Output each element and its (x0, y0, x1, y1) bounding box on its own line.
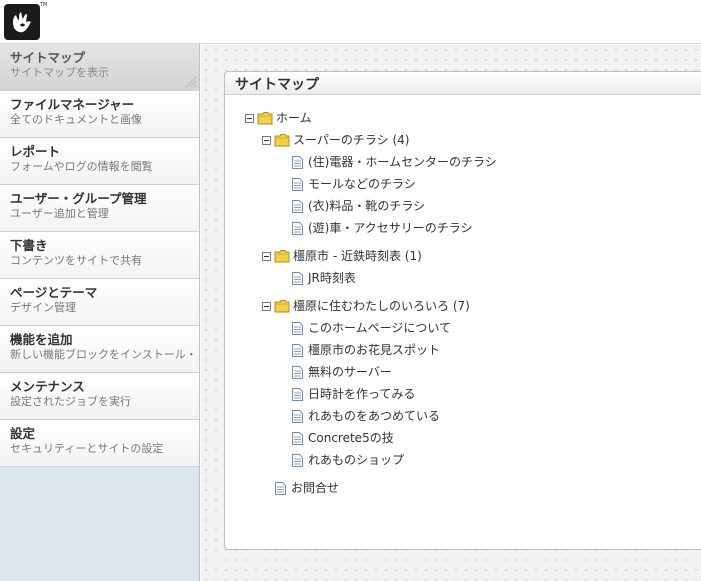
page-icon (292, 343, 303, 357)
tree-node-page[interactable]: このホームページについて (292, 319, 451, 337)
tree-label[interactable]: お問合せ (291, 480, 339, 496)
tree-node-home[interactable]: ホーム (245, 109, 312, 127)
page-icon (292, 431, 303, 445)
page-icon (292, 221, 303, 235)
page-icon (292, 321, 303, 335)
collapse-toggle-icon[interactable] (262, 301, 271, 311)
tree-label[interactable]: Concrete5の技 (308, 430, 394, 446)
sidebar-item-desc: コンテンツをサイトで共有 (10, 254, 142, 267)
sidebar-item-title: レポート (10, 144, 61, 159)
folder-icon (257, 112, 273, 125)
sidebar-item-reports[interactable]: レポート フォームやログの情報を閲覧 (0, 138, 199, 185)
page-icon (292, 177, 303, 191)
sidebar-item-users-groups[interactable]: ユーザー・グループ管理 ユーザー追加と管理 (0, 185, 199, 232)
tree-label[interactable]: モールなどのチラシ (308, 176, 416, 192)
sidebar-item-desc: サイトマップを表示 (10, 66, 109, 79)
tree-node-page[interactable]: (衣)料品・靴のチラシ (292, 197, 425, 215)
tree-node-page[interactable]: JR時刻表 (292, 269, 356, 287)
tree-node-folder[interactable]: スーパーのチラシ (4) (262, 131, 409, 149)
tree-label[interactable]: 橿原市 - 近鉄時刻表 (1) (293, 248, 422, 264)
sidebar-item-desc: 新しい機能ブロックをインストール・ (10, 348, 196, 361)
tree-label[interactable]: 日時計を作ってみる (308, 386, 415, 402)
sidebar-item-file-manager[interactable]: ファイルマネージャー 全てのドキュメントと画像 (0, 91, 199, 138)
tree-label[interactable]: れあものショップ (308, 452, 404, 468)
collapse-toggle-icon[interactable] (262, 251, 271, 261)
tree-label[interactable]: (衣)料品・靴のチラシ (308, 198, 425, 214)
tree-node-folder[interactable]: 橿原市 - 近鉄時刻表 (1) (262, 247, 422, 265)
sidebar-item-settings[interactable]: 設定 セキュリティーとサイトの設定 (0, 420, 199, 467)
sidebar-item-drafts[interactable]: 下書き コンテンツをサイトで共有 (0, 232, 199, 279)
tree-node-folder[interactable]: 橿原に住むわたしのいろいろ (7) (262, 297, 470, 315)
resize-grip-icon (185, 76, 197, 88)
sidebar-item-title: ページとテーマ (10, 285, 98, 300)
collapse-toggle-icon[interactable] (245, 113, 254, 123)
panel-title: サイトマップ (235, 77, 319, 93)
sidebar-item-title: ファイルマネージャー (10, 97, 135, 112)
sidebar-item-pages-themes[interactable]: ページとテーマ デザイン管理 (0, 279, 199, 326)
sidebar-item-title: 機能を追加 (10, 332, 73, 347)
sidebar-item-title: メンテナンス (10, 379, 85, 394)
tree-label[interactable]: れあものをあつめている (308, 408, 440, 424)
page-icon (275, 481, 286, 495)
page-icon (292, 155, 303, 169)
sidebar-item-title: 下書き (10, 238, 48, 253)
page-icon (292, 199, 303, 213)
tree-label[interactable]: (住)電器・ホームセンターのチラシ (308, 154, 497, 170)
concrete5-logo-icon[interactable] (4, 4, 40, 40)
main-content: サイトマップ ホーム スーパーのチラシ (4) (住)電器・ホームセンターのチラ… (201, 45, 701, 581)
tree-node-page[interactable]: 無料のサーバー (292, 363, 392, 381)
tree-label[interactable]: このホームページについて (308, 320, 451, 336)
tree-label[interactable]: 無料のサーバー (308, 364, 392, 380)
tree-node-page[interactable]: モールなどのチラシ (292, 175, 416, 193)
sidebar-item-desc: 設定されたジョブを実行 (10, 395, 131, 408)
sidebar-item-desc: フォームやログの情報を閲覧 (10, 160, 153, 173)
folder-icon (274, 300, 290, 313)
tree-label[interactable]: 橿原に住むわたしのいろいろ (7) (293, 298, 470, 314)
sidebar-item-add-functionality[interactable]: 機能を追加 新しい機能ブロックをインストール・ (0, 326, 199, 373)
sidebar-item-title: 設定 (10, 426, 36, 441)
tree-node-page[interactable]: (住)電器・ホームセンターのチラシ (292, 153, 497, 171)
tree-label[interactable]: (遊)車・アクセサリーのチラシ (308, 220, 473, 236)
tree-node-page[interactable]: (遊)車・アクセサリーのチラシ (292, 219, 473, 237)
sidebar-item-desc: 全てのドキュメントと画像 (10, 113, 142, 126)
tree-node-page[interactable]: れあものショップ (292, 451, 404, 469)
sidebar-item-desc: ユーザー追加と管理 (10, 207, 109, 220)
tree-node-page[interactable]: 橿原市のお花見スポット (292, 341, 440, 359)
sidebar-item-title: ユーザー・グループ管理 (10, 191, 147, 206)
folder-icon (274, 134, 290, 147)
sidebar-item-desc: セキュリティーとサイトの設定 (10, 442, 164, 455)
sidebar-item-title: サイトマップ (10, 50, 86, 65)
top-header: TM (0, 0, 701, 44)
folder-icon (274, 250, 290, 263)
page-icon (292, 365, 303, 379)
tree-label[interactable]: ホーム (276, 110, 312, 126)
sitemap-panel: サイトマップ ホーム スーパーのチラシ (4) (住)電器・ホームセンターのチラ… (224, 71, 701, 550)
tree-node-page[interactable]: 日時計を作ってみる (292, 385, 415, 403)
tree-node-page[interactable]: Concrete5の技 (292, 429, 394, 447)
sidebar-item-desc: デザイン管理 (10, 301, 76, 314)
trademark-mark: TM (40, 2, 48, 8)
sidebar-item-sitemap[interactable]: サイトマップ サイトマップを表示 (0, 44, 199, 91)
tree-label[interactable]: 橿原市のお花見スポット (308, 342, 440, 358)
sidebar-item-maintenance[interactable]: メンテナンス 設定されたジョブを実行 (0, 373, 199, 420)
tree-label[interactable]: JR時刻表 (308, 270, 356, 286)
tree-node-contact[interactable]: お問合せ (275, 479, 339, 497)
tree-node-page[interactable]: れあものをあつめている (292, 407, 440, 425)
page-icon (292, 409, 303, 423)
dashboard-sidebar: サイトマップ サイトマップを表示 ファイルマネージャー 全てのドキュメントと画像… (0, 44, 200, 581)
page-icon (292, 271, 303, 285)
page-icon (292, 453, 303, 467)
collapse-toggle-icon[interactable] (262, 135, 271, 145)
panel-header: サイトマップ (225, 72, 701, 95)
tree-label[interactable]: スーパーのチラシ (4) (293, 132, 409, 148)
page-icon (292, 387, 303, 401)
